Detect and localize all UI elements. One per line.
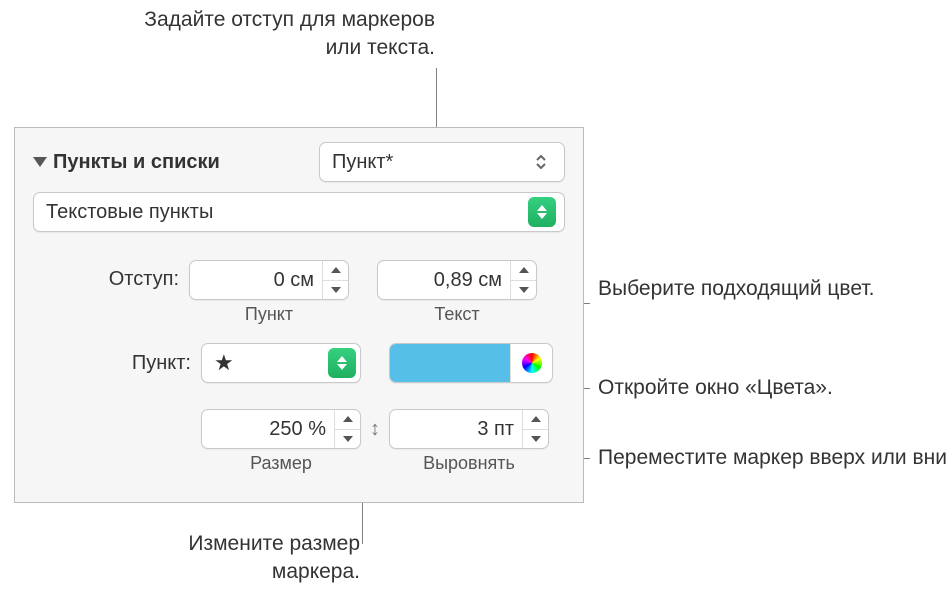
step-down-icon[interactable] — [523, 429, 548, 449]
colors-window-button[interactable] — [510, 344, 552, 382]
bullet-label: Пункт: — [33, 352, 201, 375]
text-indent-field[interactable]: 0,89 см — [377, 260, 537, 300]
text-indent-caption: Текст — [377, 304, 537, 325]
dropdown-button-icon — [328, 348, 356, 378]
step-down-icon[interactable] — [511, 280, 536, 300]
bullet-indent-stepper[interactable] — [322, 261, 348, 299]
bullet-size-value: 250 % — [202, 410, 334, 448]
bullet-color-well — [389, 343, 553, 383]
step-down-icon[interactable] — [323, 280, 348, 300]
bullet-align-stepper[interactable] — [522, 410, 548, 448]
bullet-symbol-select[interactable]: ★ — [201, 343, 361, 383]
step-up-icon[interactable] — [323, 261, 348, 280]
bullet-size-stepper[interactable] — [334, 410, 360, 448]
list-style-value: Пункт* — [332, 151, 534, 174]
chevrons-updown-icon — [534, 152, 556, 172]
color-swatch[interactable] — [390, 344, 510, 382]
bullet-symbol-value: ★ — [214, 350, 324, 376]
bullet-align-caption: Выровнять — [389, 453, 549, 474]
list-style-select[interactable]: Пункт* — [319, 142, 565, 182]
step-up-icon[interactable] — [523, 410, 548, 429]
disclosure-triangle-icon[interactable] — [33, 157, 47, 167]
callout-indent: Задайте отступ для маркеров или текста. — [115, 6, 435, 63]
callout-align: Переместите маркер вверх или вниз. — [598, 444, 947, 472]
bullet-indent-field[interactable]: 0 см — [189, 260, 349, 300]
color-wheel-icon — [522, 353, 542, 373]
bullet-size-caption: Размер — [201, 453, 361, 474]
step-up-icon[interactable] — [511, 261, 536, 280]
bullet-indent-value: 0 см — [190, 261, 322, 299]
section-title: Пункты и списки — [53, 151, 303, 174]
vertical-align-icon: ↕ — [361, 409, 389, 449]
callout-size: Измените размер маркера. — [100, 530, 360, 587]
list-type-value: Текстовые пункты — [46, 201, 524, 224]
text-indent-stepper[interactable] — [510, 261, 536, 299]
bullet-size-field[interactable]: 250 % — [201, 409, 361, 449]
indent-label: Отступ: — [33, 260, 189, 291]
text-indent-value: 0,89 см — [378, 261, 510, 299]
bullets-lists-panel: Пункты и списки Пункт* Текстовые пункты … — [14, 127, 584, 503]
bullet-align-value: 3 пт — [390, 410, 522, 448]
dropdown-button-icon — [528, 197, 556, 227]
step-down-icon[interactable] — [335, 429, 360, 449]
step-up-icon[interactable] — [335, 410, 360, 429]
callout-colors-window: Откройте окно «Цвета». — [598, 374, 833, 402]
callout-choose-color: Выберите подходящий цвет. — [598, 275, 874, 303]
bullet-align-field[interactable]: 3 пт — [389, 409, 549, 449]
bullet-indent-caption: Пункт — [189, 304, 349, 325]
list-type-select[interactable]: Текстовые пункты — [33, 192, 565, 232]
